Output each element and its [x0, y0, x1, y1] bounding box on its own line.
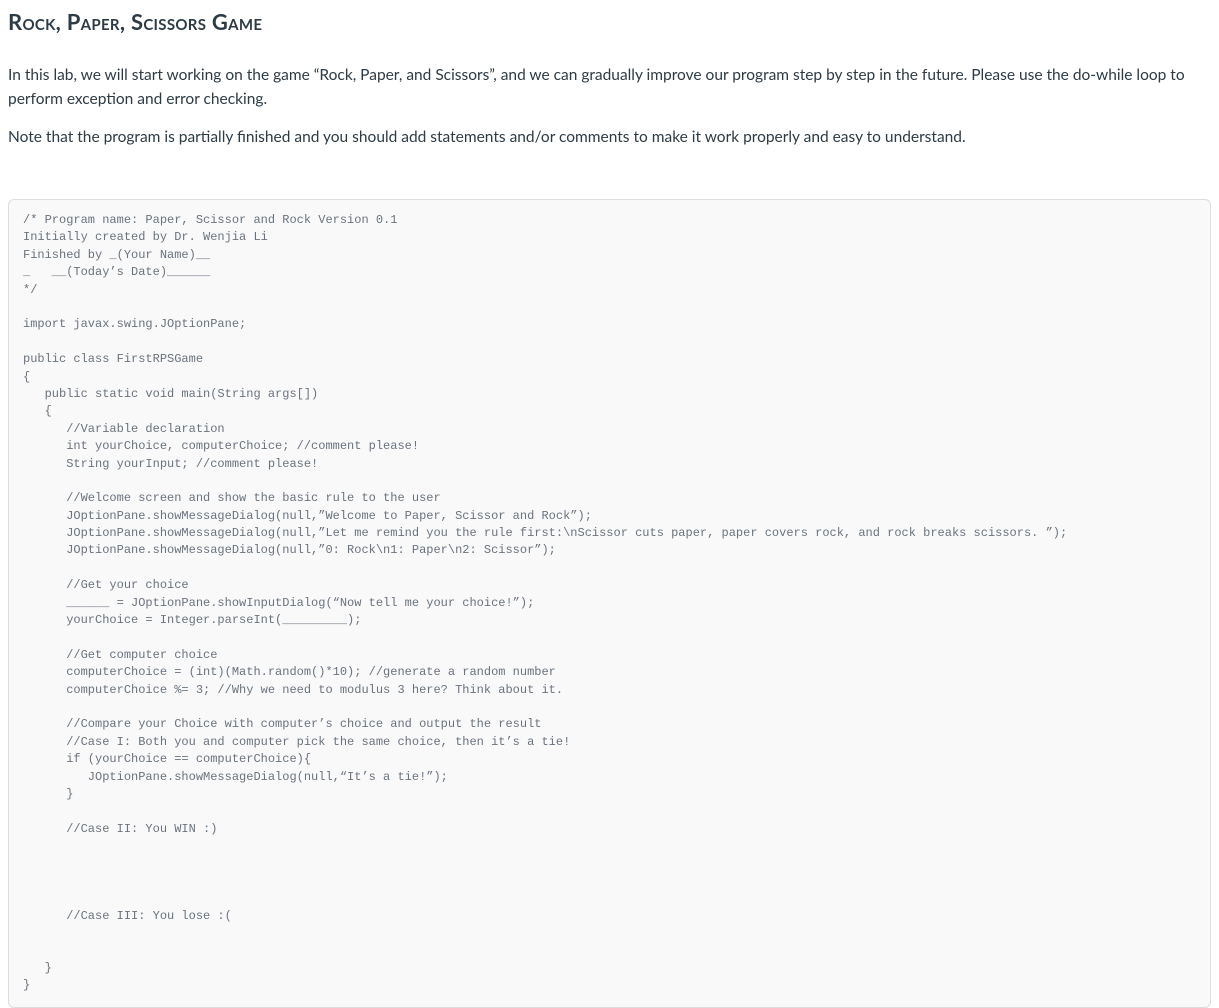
- code-block: /* Program name: Paper, Scissor and Rock…: [8, 199, 1211, 1008]
- page-title: Rock, Paper, Scissors Game: [8, 8, 1211, 35]
- note-paragraph: Note that the program is partially finis…: [8, 125, 1211, 149]
- intro-paragraph: In this lab, we will start working on th…: [8, 63, 1211, 111]
